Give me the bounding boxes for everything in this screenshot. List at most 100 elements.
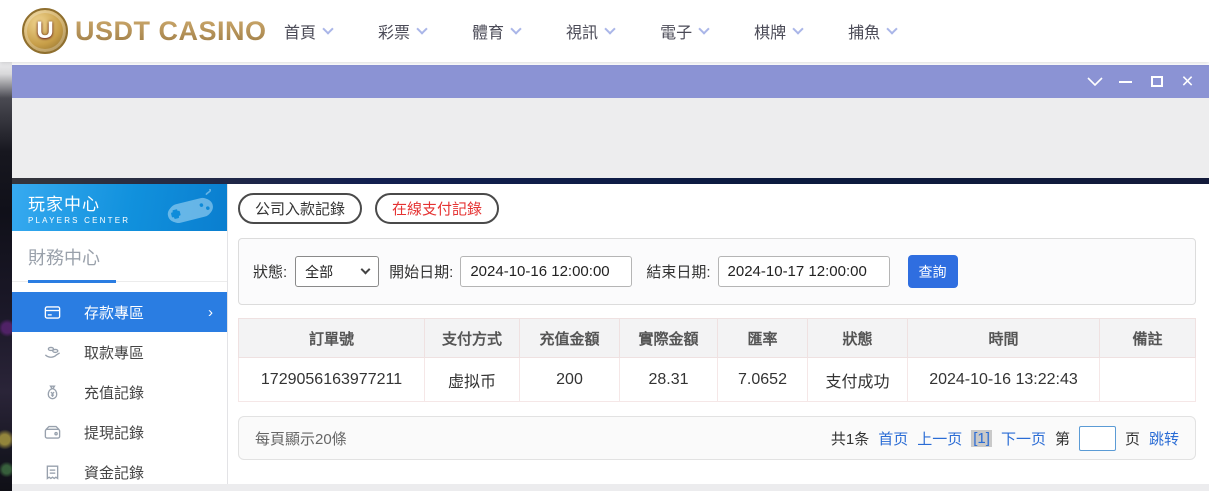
cell-status: 支付成功 [807, 357, 908, 402]
status-label: 狀態: [253, 264, 288, 281]
gamepad-icon [167, 189, 213, 223]
nav-item-fishing[interactable]: 捕魚 [848, 19, 898, 43]
sidebar-item-recharge-records[interactable]: 充值記錄 [12, 372, 227, 412]
record-tabs: 公司入款記錄 在線支付記錄 [238, 193, 1196, 224]
nav-item-home[interactable]: 首頁 [284, 19, 334, 43]
column-header-exchange-rate: 匯率 [717, 318, 808, 358]
sidebar-menu: 存款專區 › 取款專區 充值記錄 提現記錄 資金記錄 [12, 292, 227, 491]
site-header: U USDT CASINO 首頁 彩票 體育 視訊 電子 棋牌 捕魚 [0, 0, 1209, 62]
maximize-button[interactable] [1141, 65, 1172, 98]
modal-content: 玩家中心 PLAYERS CENTER 財務中心 存款專區 › 取款專區 充值記… [12, 184, 1209, 484]
start-date-label: 開始日期: [389, 264, 454, 281]
cell-recharge-amount: 200 [519, 357, 620, 402]
cell-payment-method: 虚拟币 [424, 357, 520, 402]
chevron-down-icon [1086, 77, 1103, 86]
main-content: 公司入款記錄 在線支付記錄 狀態: 全部 開始日期: 結束日期: 查詢 [228, 184, 1209, 484]
next-page-link[interactable]: 下一页 [1001, 428, 1046, 449]
table-header-row: 訂單號 支付方式 充值金額 實際金額 匯率 狀態 時間 備註 [238, 318, 1196, 358]
filter-panel: 狀態: 全部 開始日期: 結束日期: 查詢 [238, 238, 1196, 305]
start-date-input[interactable] [460, 256, 633, 287]
column-header-order-no: 訂單號 [238, 318, 425, 358]
coin-logo-icon: U [22, 8, 68, 54]
sidebar: 玩家中心 PLAYERS CENTER 財務中心 存款專區 › 取款專區 充值記… [12, 184, 228, 484]
chevron-down-icon [322, 22, 334, 35]
sidebar-item-funds-records[interactable]: 資金記錄 [12, 452, 227, 491]
main-nav: 首頁 彩票 體育 視訊 電子 棋牌 捕魚 [284, 0, 898, 62]
jump-suffix-text: 页 [1124, 430, 1140, 448]
sidebar-item-label: 資金記錄 [84, 464, 145, 482]
cell-order-no: 1729056163977211 [238, 357, 425, 402]
column-header-status: 狀態 [807, 318, 908, 358]
sidebar-item-withdraw[interactable]: 取款專區 [12, 332, 227, 372]
chevron-down-icon [698, 22, 710, 35]
close-icon: × [1181, 70, 1194, 93]
withdraw-hand-icon [42, 342, 62, 362]
players-center-banner: 玩家中心 PLAYERS CENTER [12, 184, 227, 231]
collapse-button[interactable] [1079, 65, 1110, 98]
logo-text: USDT CASINO [75, 15, 267, 46]
tab-company-deposit-records[interactable]: 公司入款記錄 [238, 193, 363, 224]
cell-actual-amount: 28.31 [619, 357, 718, 402]
wallet-icon [42, 422, 62, 442]
sidebar-item-label: 充值記錄 [84, 384, 145, 402]
total-count-text: 共1条 [830, 430, 870, 448]
page-size-text: 每頁顯示20條 [255, 430, 347, 448]
chevron-down-icon [510, 22, 522, 35]
chevron-down-icon [886, 22, 898, 35]
jump-action-link[interactable]: 跳转 [1149, 428, 1179, 449]
jump-prefix-text: 第 [1054, 430, 1070, 448]
sidebar-item-deposit[interactable]: 存款專區 › [12, 292, 227, 332]
nav-item-sports[interactable]: 體育 [472, 19, 522, 43]
cell-exchange-rate: 7.0652 [717, 357, 808, 402]
chevron-right-icon: › [208, 303, 213, 321]
sidebar-item-label: 取款專區 [84, 344, 145, 362]
tab-online-payment-records[interactable]: 在線支付記錄 [375, 193, 500, 224]
chevron-down-icon [604, 22, 616, 35]
player-center-window: × 玩家中心 PLAYERS CENTER 財務中心 存款專區 › 取款專區 充… [12, 65, 1209, 491]
cell-remark [1099, 357, 1196, 402]
window-titlebar[interactable]: × [12, 65, 1209, 98]
site-background-strip [0, 62, 12, 491]
coin-letter: U [36, 17, 54, 44]
first-page-link[interactable]: 首页 [878, 428, 908, 449]
cell-time: 2024-10-16 13:22:43 [907, 357, 1100, 402]
minimize-icon [1119, 80, 1132, 83]
sidebar-item-withdrawal-records[interactable]: 提現記錄 [12, 412, 227, 452]
column-header-remark: 備註 [1099, 318, 1196, 358]
chevron-down-icon [416, 22, 428, 35]
column-header-payment-method: 支付方式 [424, 318, 520, 358]
moneybag-icon [42, 382, 62, 402]
column-header-time: 時間 [907, 318, 1100, 358]
end-date-input[interactable] [717, 256, 890, 287]
pagination-controls: 共1条 首页 上一页 [1] 下一页 第 页 跳转 [830, 425, 1179, 451]
screen: U USDT CASINO 首頁 彩票 體育 視訊 電子 棋牌 捕魚 × 玩家中… [0, 0, 1209, 491]
nav-item-video[interactable]: 視訊 [566, 19, 616, 43]
minimize-button[interactable] [1110, 65, 1141, 98]
records-table: 訂單號 支付方式 充值金額 實際金額 匯率 狀態 時間 備註 172905616 [238, 318, 1196, 402]
search-button[interactable]: 查詢 [907, 255, 958, 288]
deposit-card-icon [42, 302, 62, 322]
jump-page-input[interactable] [1078, 425, 1116, 451]
nav-item-lottery[interactable]: 彩票 [378, 19, 428, 43]
column-header-recharge-amount: 充值金額 [519, 318, 620, 358]
funds-receipt-icon [42, 462, 62, 482]
table-row: 1729056163977211 虚拟币 200 28.31 7.0652 支付… [238, 357, 1196, 402]
nav-item-slots[interactable]: 電子 [660, 19, 710, 43]
modal-empty-area [12, 98, 1209, 178]
chevron-down-icon [792, 22, 804, 35]
end-date-label: 結束日期: [646, 264, 711, 281]
finance-center-label: 財務中心 [12, 231, 227, 283]
logo[interactable]: U USDT CASINO [22, 8, 267, 54]
column-header-actual-amount: 實際金額 [619, 318, 718, 358]
maximize-icon [1150, 76, 1163, 87]
sidebar-item-label: 提現記錄 [84, 424, 145, 442]
current-page-indicator[interactable]: [1] [971, 429, 992, 447]
status-select[interactable]: 全部 [295, 256, 380, 287]
chevron-down-icon [360, 264, 371, 275]
nav-item-boardgames[interactable]: 棋牌 [754, 19, 804, 43]
sidebar-item-label: 存款專區 [84, 304, 145, 322]
pagination-bar: 每頁顯示20條 共1条 首页 上一页 [1] 下一页 第 页 跳转 [238, 416, 1196, 460]
close-button[interactable]: × [1172, 65, 1203, 98]
prev-page-link[interactable]: 上一页 [917, 428, 962, 449]
status-select-value: 全部 [305, 263, 334, 280]
